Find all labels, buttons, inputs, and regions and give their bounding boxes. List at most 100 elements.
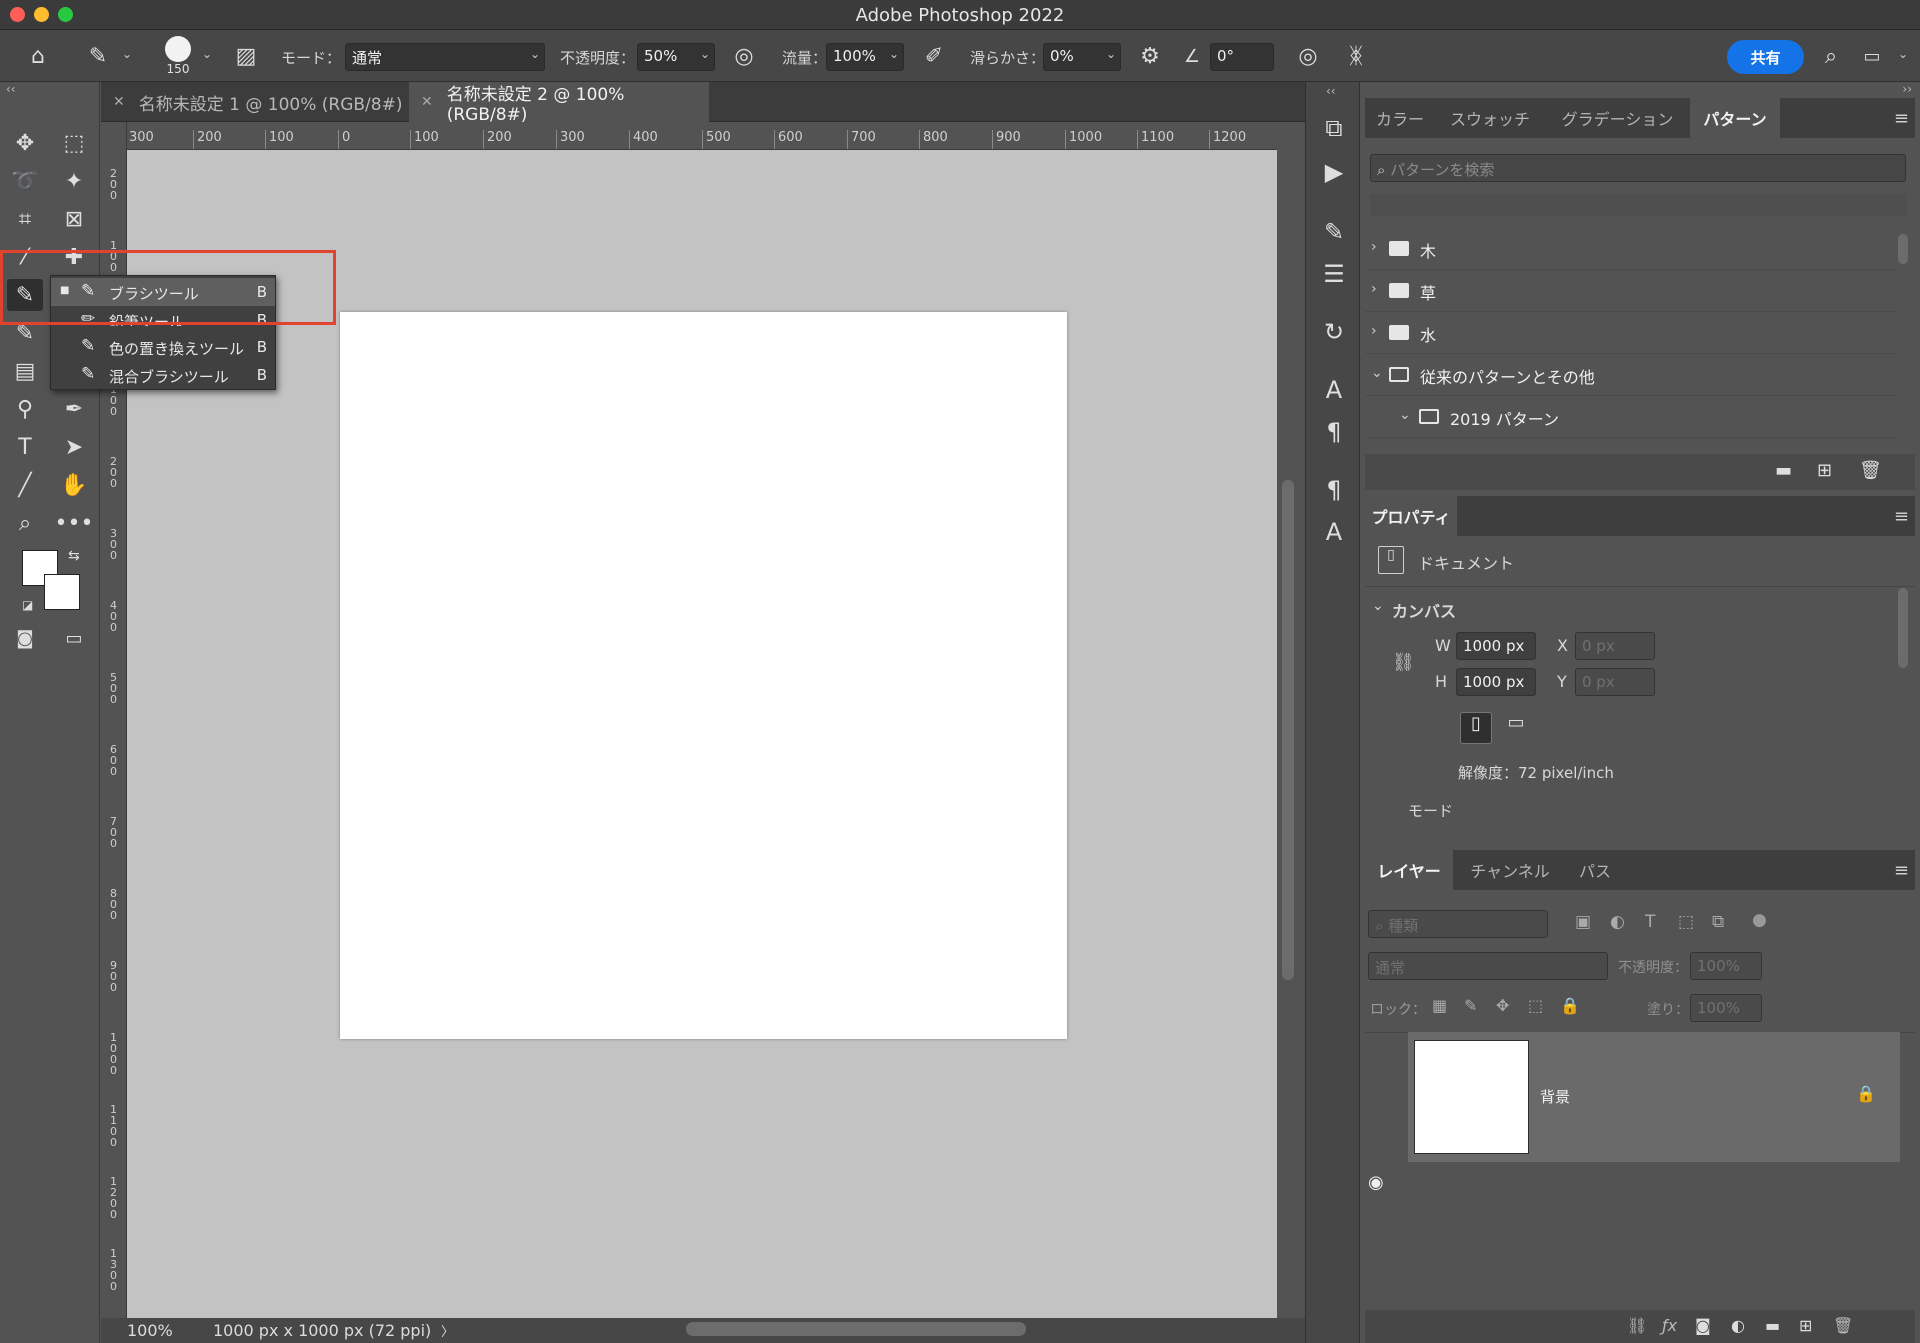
- horizontal-ruler[interactable]: 300 200 100 0 100 200 300 400 500 600 70…: [127, 122, 1277, 150]
- tab-gradients[interactable]: グラデーション: [1545, 98, 1690, 138]
- link-dimensions-icon[interactable]: ⛓: [1392, 652, 1415, 673]
- horizontal-scrollbar[interactable]: [686, 1322, 1026, 1336]
- lasso-tool-icon[interactable]: ➰: [7, 165, 43, 197]
- portrait-orientation-icon[interactable]: ▯: [1460, 712, 1492, 744]
- pattern-folder-row[interactable]: › 水: [1365, 312, 1895, 354]
- vertical-scrollbar[interactable]: [1282, 480, 1294, 980]
- layer-opacity-field[interactable]: 100%: [1690, 952, 1762, 980]
- filter-toggle-icon[interactable]: ●: [1752, 910, 1767, 930]
- collapse-panels-icon[interactable]: ››: [1902, 82, 1912, 96]
- lock-all-icon[interactable]: 🔒: [1560, 996, 1580, 1015]
- tab-channels[interactable]: チャンネル: [1455, 850, 1565, 890]
- more-tools-icon[interactable]: •••: [55, 507, 94, 539]
- home-icon[interactable]: ⌂: [22, 40, 54, 72]
- quick-mask-icon[interactable]: ◙: [7, 622, 43, 654]
- pattern-folder-row[interactable]: ⌄ 従来のパターンとその他: [1365, 354, 1895, 396]
- expand-dock-icon[interactable]: ‹‹: [1326, 84, 1336, 98]
- chevron-right-icon[interactable]: ›: [1371, 239, 1377, 255]
- flyout-item-mixer-brush-tool[interactable]: ✎ 混合ブラシツール B: [51, 361, 275, 389]
- document-canvas[interactable]: [340, 312, 1067, 1039]
- smoothing-settings-gear-icon[interactable]: ⚙: [1136, 40, 1164, 72]
- dodge-tool-icon[interactable]: ⚲: [7, 393, 43, 425]
- mode-select[interactable]: 通常: [345, 43, 545, 71]
- fill-field[interactable]: 100%: [1690, 994, 1762, 1022]
- pattern-search-input[interactable]: ⌕ パターンを検索: [1370, 154, 1906, 182]
- frame-tool-icon[interactable]: ⊠: [56, 203, 92, 235]
- tab-document-2[interactable]: ✕ 名称未設定 2 @ 100% (RGB/8#): [409, 82, 709, 125]
- pattern-folder-row[interactable]: ⌄ 2019 パターン: [1365, 396, 1895, 438]
- landscape-orientation-icon[interactable]: ▭: [1500, 712, 1532, 744]
- screen-mode-icon[interactable]: ▭: [56, 622, 92, 654]
- path-selection-tool-icon[interactable]: ➤: [56, 431, 92, 463]
- x-field[interactable]: 0 px: [1575, 632, 1655, 660]
- magic-wand-tool-icon[interactable]: ✦: [56, 165, 92, 197]
- tab-layers[interactable]: レイヤー: [1365, 850, 1453, 890]
- adjustments-icon[interactable]: ☰: [1318, 258, 1350, 290]
- tab-swatches[interactable]: スウォッチ: [1435, 98, 1545, 138]
- new-group-folder-icon[interactable]: ▬: [1775, 460, 1792, 481]
- filter-adjustment-icon[interactable]: ◐: [1610, 912, 1625, 932]
- blend-mode-select[interactable]: 通常: [1368, 952, 1608, 980]
- layer-row[interactable]: 背景 🔒: [1408, 1032, 1900, 1162]
- pattern-folder-row[interactable]: › 草: [1365, 270, 1895, 312]
- paragraph-panel-icon[interactable]: ¶: [1318, 416, 1350, 448]
- character-styles-icon[interactable]: A: [1318, 516, 1350, 548]
- lock-position-icon[interactable]: ✥: [1496, 996, 1509, 1015]
- brush-tip-preview[interactable]: [165, 36, 191, 62]
- chevron-right-icon[interactable]: ›: [1371, 323, 1377, 339]
- pressure-size-icon[interactable]: ◎: [1294, 40, 1322, 72]
- zoom-level[interactable]: 100%: [127, 1321, 173, 1340]
- filter-pixel-icon[interactable]: ▣: [1575, 912, 1591, 932]
- search-icon[interactable]: ⌕: [1817, 40, 1845, 72]
- filter-type-icon[interactable]: T: [1645, 912, 1655, 932]
- airbrush-icon[interactable]: ✐: [920, 40, 948, 72]
- panel-menu-icon[interactable]: ≡: [1894, 506, 1909, 527]
- swap-colors-icon[interactable]: ⇆: [68, 548, 80, 564]
- 3d-rotate-icon[interactable]: ↻: [1318, 316, 1350, 348]
- tab-document-1[interactable]: ✕ 名称未設定 1 @ 100% (RGB/8#): [101, 82, 406, 122]
- chevron-down-icon[interactable]: ⌄: [1372, 598, 1384, 614]
- workspace-icon[interactable]: ▭: [1858, 40, 1886, 72]
- brush-settings-panel-icon[interactable]: ✎: [1318, 216, 1350, 248]
- width-field[interactable]: 1000 px: [1456, 632, 1536, 660]
- brush-settings-icon[interactable]: ▨: [232, 40, 260, 72]
- pressure-opacity-icon[interactable]: ◎: [730, 40, 758, 72]
- zoom-tool-icon[interactable]: ⌕: [7, 507, 43, 539]
- lock-transparent-icon[interactable]: ▦: [1432, 996, 1447, 1015]
- fx-icon[interactable]: ƒx: [1662, 1316, 1677, 1335]
- status-menu-arrow-icon[interactable]: 〉: [441, 1321, 454, 1340]
- pen-tool-icon[interactable]: ✒: [56, 393, 92, 425]
- link-layers-icon[interactable]: ⛓: [1627, 1316, 1647, 1335]
- chevron-down-icon[interactable]: ⌄: [1371, 365, 1383, 381]
- angle-field[interactable]: 0°: [1210, 43, 1274, 71]
- line-tool-icon[interactable]: ╱: [7, 469, 43, 501]
- flyout-item-color-replacement-tool[interactable]: ✎ 色の置き換えツール B: [51, 333, 275, 361]
- trash-icon[interactable]: 🗑: [1833, 1316, 1853, 1335]
- crop-tool-icon[interactable]: ⌗: [7, 203, 43, 235]
- visibility-eye-icon[interactable]: ◉: [1368, 1172, 1384, 1193]
- close-tab-icon[interactable]: ✕: [421, 94, 433, 110]
- new-layer-icon[interactable]: ⊞: [1799, 1316, 1812, 1335]
- paragraph-styles-icon[interactable]: ¶: [1318, 474, 1350, 506]
- default-colors-icon[interactable]: ◪: [22, 598, 33, 612]
- patterns-scrollbar[interactable]: [1898, 234, 1908, 264]
- share-button[interactable]: 共有: [1727, 40, 1804, 74]
- layer-filter-select[interactable]: ⌕ 種類: [1368, 910, 1548, 938]
- trash-icon[interactable]: 🗑: [1859, 460, 1882, 481]
- background-color-swatch[interactable]: [44, 574, 80, 610]
- hand-tool-icon[interactable]: ✋: [56, 469, 92, 501]
- tab-color[interactable]: カラー: [1365, 98, 1435, 138]
- brush-preset-icon[interactable]: ✎: [82, 40, 114, 72]
- new-pattern-icon[interactable]: ⊞: [1817, 460, 1832, 481]
- actions-play-icon[interactable]: ▶: [1318, 156, 1350, 188]
- character-panel-icon[interactable]: A: [1318, 374, 1350, 406]
- height-field[interactable]: 1000 px: [1456, 668, 1536, 696]
- move-tool-icon[interactable]: ✥: [7, 127, 43, 159]
- tab-paths[interactable]: パス: [1565, 850, 1625, 890]
- properties-scrollbar[interactable]: [1898, 588, 1908, 668]
- symmetry-butterfly-icon[interactable]: ᛤ: [1342, 40, 1370, 72]
- panel-menu-icon[interactable]: ≡: [1894, 860, 1909, 881]
- y-field[interactable]: 0 px: [1575, 668, 1655, 696]
- adjustment-layer-icon[interactable]: ◐: [1731, 1316, 1745, 1335]
- marquee-tool-icon[interactable]: ⬚: [56, 127, 92, 159]
